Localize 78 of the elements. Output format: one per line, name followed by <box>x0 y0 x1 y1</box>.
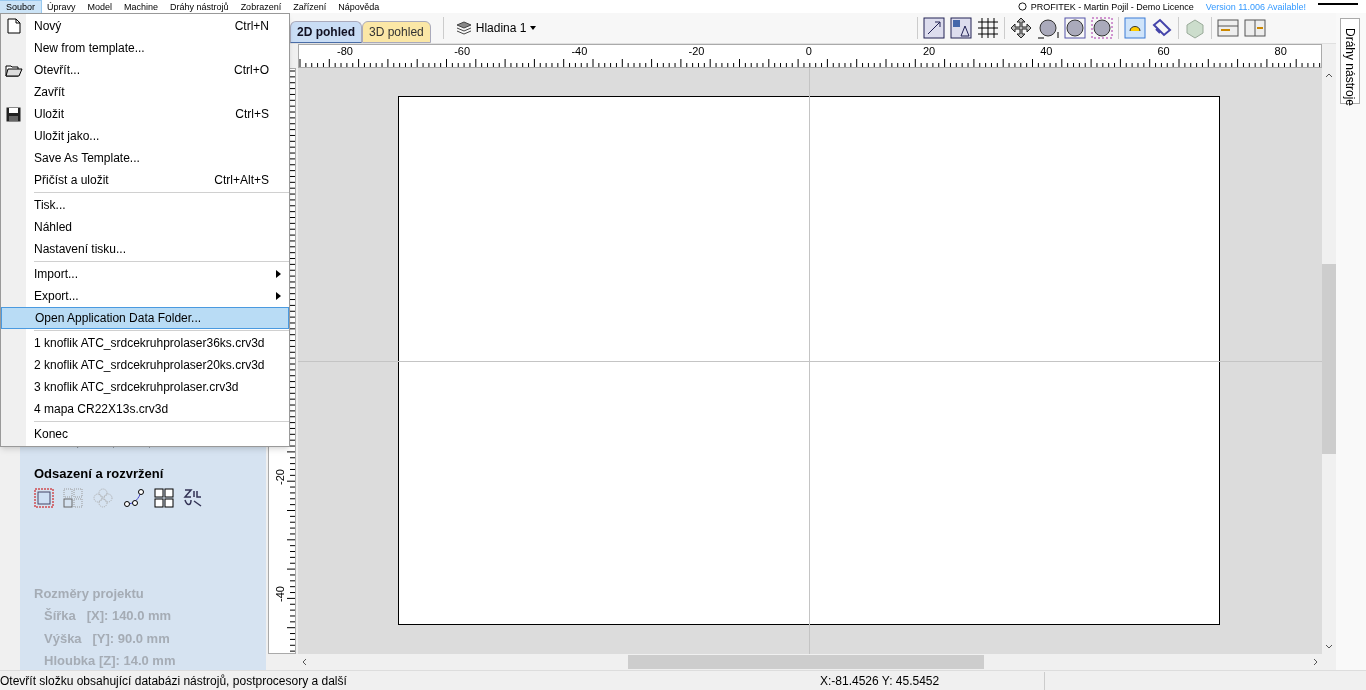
panel-right-icon[interactable] <box>1244 17 1266 39</box>
zoom-box-icon[interactable] <box>1091 17 1113 39</box>
move-icon[interactable] <box>1010 17 1032 39</box>
menu-item[interactable]: 3 knoflik ATC_srdcekruhprolaser.crv3d <box>1 376 289 398</box>
panel-left-icon[interactable] <box>1217 17 1239 39</box>
menu-item[interactable]: Export... <box>1 285 289 307</box>
ruler-label: -60 <box>454 45 471 57</box>
zoom-icon[interactable] <box>1064 17 1086 39</box>
menu-item[interactable]: Nový Ctrl+N <box>1 15 289 37</box>
ruler-label: -20 <box>273 469 286 485</box>
resize-icon[interactable] <box>923 17 945 39</box>
caret-icon <box>530 26 537 30</box>
status-message: Otevřít složku obsahující databázi nástrojů, postprocesory a další <box>0 672 348 690</box>
menu-item[interactable]: Uložit Ctrl+S <box>1 103 289 125</box>
view-tab[interactable]: 3D pohled <box>362 21 431 43</box>
user-icon <box>1017 1 1027 11</box>
toolpath-icon[interactable] <box>1124 17 1146 39</box>
menu-item[interactable]: Zařízení <box>287 0 333 13</box>
menu-item[interactable]: 1 knoflik ATC_srdcekruhprolaser36ks.crv3d <box>1 332 289 354</box>
submenu-arrow-icon <box>276 292 281 300</box>
menu-item[interactable]: Open Application Data Folder... <box>1 307 289 329</box>
zoom-extents-icon[interactable] <box>1037 17 1059 39</box>
menu-item[interactable]: Save As Template... <box>1 147 289 169</box>
side-tab[interactable]: Dráhy nástroje <box>1340 18 1360 104</box>
nesting-grid-icon[interactable] <box>154 487 174 508</box>
menu-item[interactable]: Import... <box>1 263 289 285</box>
view-tab[interactable]: 2D pohled <box>290 21 362 43</box>
ruler-label: 40 <box>1040 45 1053 57</box>
ruler-label: 20 <box>923 45 936 57</box>
menu-item[interactable]: Nápověda <box>332 0 386 13</box>
ruler-label: 80 <box>1274 45 1287 57</box>
ruler-label: -20 <box>688 45 705 57</box>
copy-along-curve-icon[interactable] <box>123 487 145 508</box>
menu-item[interactable]: Otevřít... Ctrl+O <box>1 59 289 81</box>
cursor-coordinates: X:-81.4526 Y: 45.5452 <box>820 671 1045 690</box>
scroll-left-icon[interactable] <box>302 658 307 666</box>
scrollbar-thumb[interactable] <box>628 655 984 669</box>
menu-item[interactable]: 4 mapa CR22X13s.crv3d <box>1 398 289 420</box>
menu-item[interactable]: Model <box>81 0 119 13</box>
menu-item[interactable]: Přičíst a uložit Ctrl+Alt+S <box>1 169 289 191</box>
menu-item[interactable]: Machine <box>118 0 165 13</box>
menu-item[interactable]: Tisk... <box>1 194 289 216</box>
grid-icon[interactable] <box>977 17 999 39</box>
menu-item[interactable]: Náhled <box>1 216 289 238</box>
folder-icon <box>4 63 23 77</box>
menu-item[interactable]: Nastavení tisku... <box>1 238 289 260</box>
toolpath-preview-icon[interactable] <box>1151 17 1173 39</box>
dimension-text: Šířka [X]: 140.0 mm <box>43 607 173 625</box>
ruler-label: -40 <box>571 45 588 57</box>
layout-icon[interactable] <box>950 17 972 39</box>
menu-item[interactable]: Uložit jako... <box>1 125 289 147</box>
ruler-label: 0 <box>805 45 812 57</box>
menu-item[interactable]: Zobrazení <box>234 0 288 13</box>
menu-item[interactable]: Konec <box>1 423 289 445</box>
dimensions-title: Rozměry projektu <box>34 584 145 603</box>
layers-icon <box>455 21 472 35</box>
menu-item[interactable]: New from template... <box>1 37 289 59</box>
scroll-right-icon[interactable] <box>1313 658 1318 666</box>
section-title: Odsazení a rozvržení <box>34 465 165 483</box>
dimension-text: Výška [Y]: 90.0 mm <box>43 629 171 648</box>
scroll-down-icon[interactable] <box>1325 644 1333 649</box>
dimension-text: Hloubka [Z]: 14.0 mm <box>43 652 177 670</box>
document-icon <box>6 18 21 34</box>
menu-item[interactable]: Úpravy <box>41 0 82 13</box>
scroll-up-icon[interactable] <box>1325 73 1333 78</box>
offset-icon[interactable] <box>34 487 54 508</box>
menu-item[interactable]: Zavřít <box>1 81 289 103</box>
ruler-label: -40 <box>273 586 286 602</box>
menu-item[interactable]: Dráhy nástrojů <box>164 0 235 13</box>
layer-dropdown[interactable]: Hladina 1 <box>455 19 537 37</box>
ruler-label: -80 <box>337 45 353 57</box>
scrollbar-thumb[interactable] <box>1322 264 1336 454</box>
submenu-arrow-icon <box>276 270 281 278</box>
license-text: PROFITEK - Martin Pojil - Demo Licence <box>1030 0 1194 13</box>
ruler-label: 60 <box>1157 45 1170 57</box>
menu-item[interactable]: 2 knoflik ATC_srdcekruhprolaser20ks.crv3d <box>1 354 289 376</box>
menu-item[interactable]: Soubor <box>0 0 42 13</box>
nesting-shapes-icon[interactable] <box>183 487 203 508</box>
